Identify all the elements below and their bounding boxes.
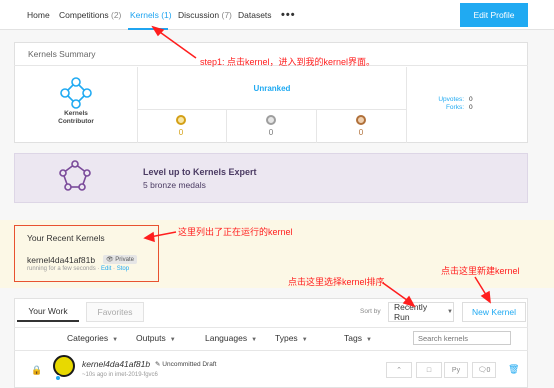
avatar[interactable] xyxy=(53,355,75,377)
column-divider xyxy=(137,67,138,143)
sort-select[interactable]: Recently Run ▼ xyxy=(388,302,454,322)
nav-active-underline xyxy=(128,28,168,30)
annotation-step1: step1: 点击kernel，进入到我的kernel界面。 xyxy=(200,57,376,67)
kernels-expert-icon xyxy=(59,160,91,191)
new-kernel-button[interactable]: New Kernel xyxy=(462,302,526,322)
medal-row-divider xyxy=(137,109,406,110)
gold-medal-count: 0 xyxy=(178,128,184,137)
chevron-down-icon: ▼ xyxy=(447,309,453,315)
divider xyxy=(14,327,528,328)
bronze-medal-count: 0 xyxy=(358,128,364,137)
upvotes-value: 0 xyxy=(469,96,473,103)
forks-label: Forks: xyxy=(445,104,464,111)
contributor-label: Kernels Contributor xyxy=(58,110,94,125)
nav-kernels[interactable]: Kernels (1) xyxy=(130,10,172,20)
more-menu-button[interactable]: ••• xyxy=(281,9,296,21)
search-kernels-input[interactable] xyxy=(413,331,511,345)
forks-value: 0 xyxy=(469,104,473,111)
column-divider xyxy=(406,67,407,143)
tab-favorites[interactable]: Favorites xyxy=(86,302,144,322)
edit-link[interactable]: Edit xyxy=(101,266,111,272)
nav-competitions[interactable]: Competitions (2) xyxy=(59,10,121,20)
rank-value: Unranked xyxy=(253,84,291,93)
delete-icon[interactable]: 🗑 xyxy=(508,364,519,375)
column-divider xyxy=(316,110,317,143)
gold-medal-icon xyxy=(176,115,186,125)
upvotes-label: Upvotes: xyxy=(438,96,464,103)
column-divider xyxy=(226,110,227,143)
kernel-row-title[interactable]: kernel4da41af81b xyxy=(82,359,150,369)
stop-link[interactable]: Stop xyxy=(117,266,129,272)
comment-icon: 🗨 xyxy=(477,367,487,374)
filter-outputs[interactable]: Outputs ▼ xyxy=(136,333,176,343)
kernels-contributor-icon xyxy=(60,77,92,109)
kernel-row-meta: ~10s ago in imet-2019-fgvc6 xyxy=(82,372,158,378)
nav-discussion[interactable]: Discussion (7) xyxy=(178,10,232,20)
edit-profile-button[interactable]: Edit Profile xyxy=(460,3,528,27)
sort-by-label: Sort by xyxy=(360,308,381,315)
document-icon: □ xyxy=(426,366,432,374)
level-up-title: Level up to Kernels Expert xyxy=(143,167,257,177)
filter-types[interactable]: Types ▼ xyxy=(275,333,308,343)
running-status-dot xyxy=(55,375,61,381)
upvote-icon: ⌃ xyxy=(396,367,402,374)
level-up-subtitle: 5 bronze medals xyxy=(143,180,206,190)
divider xyxy=(14,350,528,351)
lock-icon: 🔒 xyxy=(31,365,43,375)
annotation-new: 点击这里新建kernel xyxy=(441,266,520,276)
uncommitted-draft-badge: ✎ Uncommitted Draft xyxy=(155,361,217,368)
tab-your-work[interactable]: Your Work xyxy=(17,302,79,322)
recent-kernels-title: Your Recent Kernels xyxy=(27,233,105,243)
annotation-sort: 点击这里选择kernel排序 xyxy=(288,277,385,287)
comments-button[interactable]: 🗨 0 xyxy=(472,362,496,378)
silver-medal-icon xyxy=(266,115,276,125)
bronze-medal-icon xyxy=(356,115,366,125)
filter-tags[interactable]: Tags ▼ xyxy=(344,333,372,343)
private-badge: 👁 Private xyxy=(103,255,137,264)
recent-kernel-link[interactable]: kernel4da41af81b xyxy=(27,255,95,265)
nav-datasets[interactable]: Datasets xyxy=(238,10,272,20)
output-button[interactable]: □ xyxy=(416,362,442,378)
language-badge[interactable]: Py xyxy=(444,362,468,378)
summary-title: Kernels Summary xyxy=(28,49,96,59)
filter-categories[interactable]: Categories ▼ xyxy=(67,333,118,343)
silver-medal-count: 0 xyxy=(268,128,274,137)
nav-home[interactable]: Home xyxy=(27,10,50,20)
recent-kernel-meta: running for a few seconds · Edit · Stop xyxy=(27,266,130,272)
filter-languages[interactable]: Languages ▼ xyxy=(205,333,257,343)
annotation-running: 这里列出了正在运行的kernel xyxy=(178,227,293,237)
vote-button[interactable]: ⌃ xyxy=(386,362,412,378)
